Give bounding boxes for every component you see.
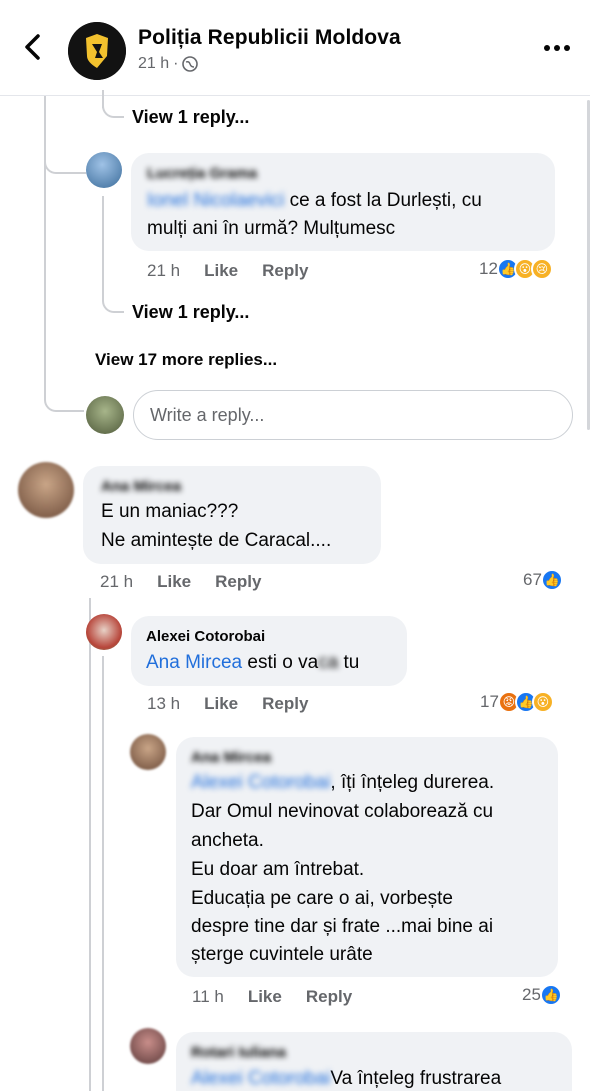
thread-line xyxy=(89,598,91,1091)
comment-text-part: Va înțeleg frustrarea xyxy=(330,1068,502,1089)
comment-bubble: Ana Mircea Alexei Cotorobai, îți înțeleg… xyxy=(176,737,558,977)
page-title[interactable]: Poliția Republicii Moldova xyxy=(138,26,401,50)
like-button[interactable]: Like xyxy=(248,987,282,1007)
post-meta: 21 h · xyxy=(138,55,199,73)
police-crest-icon xyxy=(68,22,126,80)
comment-actions: 21 h Like Reply xyxy=(147,261,332,281)
like-button[interactable]: Like xyxy=(157,572,191,592)
reply-button[interactable]: Reply xyxy=(215,572,261,592)
comment-author[interactable]: Ana Mircea xyxy=(191,749,271,766)
thread-line xyxy=(102,656,104,1091)
comment-text: E un maniac??? xyxy=(101,501,239,522)
comment-text-part: , îți înțeleg durerea. xyxy=(330,772,495,793)
view-replies-link[interactable]: View 1 reply... xyxy=(132,107,249,128)
meta-separator: · xyxy=(173,55,179,72)
mention-link[interactable]: Ana Mircea xyxy=(146,652,242,673)
avatar[interactable] xyxy=(18,462,74,518)
view-replies-link[interactable]: View 1 reply... xyxy=(132,302,249,323)
wow-reaction-icon: 😮 xyxy=(531,691,554,713)
reaction-count: 67 xyxy=(523,570,542,589)
comment-time[interactable]: 21 h xyxy=(147,261,180,281)
comment-time[interactable]: 13 h xyxy=(147,694,180,714)
comment-text: Educația pe care o ai, vorbește xyxy=(191,888,453,909)
reaction-count: 25 xyxy=(522,985,541,1004)
reaction-count: 12 xyxy=(479,259,498,278)
back-arrow-icon[interactable] xyxy=(18,30,48,64)
reaction-summary[interactable]: 12 👍 😮 😢 xyxy=(479,258,553,280)
comment-text: Ionel Nicolaevici ce a fost la Durlești,… xyxy=(147,187,482,215)
avatar[interactable] xyxy=(130,1028,166,1064)
mention-link[interactable]: Ionel Nicolaevici xyxy=(147,190,284,211)
page-header: Poliția Republicii Moldova 21 h · xyxy=(0,0,590,96)
reply-button[interactable]: Reply xyxy=(262,261,308,281)
sad-reaction-icon: 😢 xyxy=(530,258,553,280)
like-button[interactable]: Like xyxy=(204,694,238,714)
thread-connector xyxy=(44,380,84,412)
page-avatar[interactable] xyxy=(68,22,126,80)
comment-bubble: Alexei Cotorobai Ana Mircea esti o vaca … xyxy=(131,616,407,686)
thread-connector xyxy=(102,90,124,118)
comment-text: Eu doar am întrebat. xyxy=(191,859,365,880)
reaction-summary[interactable]: 25 👍 xyxy=(522,984,562,1006)
like-button[interactable]: Like xyxy=(204,261,238,281)
comment-bubble: Ana Mircea E un maniac??? Ne amintește d… xyxy=(83,466,381,564)
comment-author[interactable]: Lucreția Grama xyxy=(147,165,257,182)
thread-connector xyxy=(102,285,124,313)
reply-button[interactable]: Reply xyxy=(306,987,352,1007)
thread-connector xyxy=(44,146,86,174)
like-reaction-icon: 👍 xyxy=(539,984,562,1006)
comment-text: șterge cuvintele urâte xyxy=(191,944,373,965)
comment-text-part: ce a fost la Durlești, cu xyxy=(284,190,482,211)
comment-text: Dar Omul nevinovat colaborează cu xyxy=(191,801,494,822)
comment-text: Alexei CotorobaiVa înțeleg frustrarea xyxy=(191,1065,501,1091)
comment-text: ancheta. xyxy=(191,830,264,851)
globe-icon xyxy=(182,56,199,72)
reaction-summary[interactable]: 17 😡 👍 😮 xyxy=(480,691,554,713)
comment-text: despre tine dar și frate ...mai bine ai xyxy=(191,916,494,937)
current-user-avatar xyxy=(86,396,124,434)
comment-text: mulți ani în urmă? Mulțumesc xyxy=(147,218,396,239)
post-time: 21 h xyxy=(138,55,170,72)
censored-text: ca xyxy=(318,652,339,673)
reaction-count: 17 xyxy=(480,692,499,711)
comment-author[interactable]: Ana Mircea xyxy=(101,478,181,495)
comment-text: Ana Mircea esti o vaca tu xyxy=(146,649,359,677)
reply-button[interactable]: Reply xyxy=(262,694,308,714)
mention-link[interactable]: Alexei Cotorobai xyxy=(191,772,330,793)
comment-text-part: esti o va xyxy=(242,652,319,673)
comment-actions: 13 h Like Reply xyxy=(147,694,332,714)
comment-actions: 11 h Like Reply xyxy=(192,987,376,1007)
thread-line xyxy=(102,196,104,296)
comment-author[interactable]: Rotari Iuliana xyxy=(191,1044,286,1061)
like-reaction-icon: 👍 xyxy=(540,569,563,591)
comment-text-part: tu xyxy=(338,652,360,673)
avatar[interactable] xyxy=(130,734,166,770)
comment-time[interactable]: 11 h xyxy=(192,987,224,1007)
reaction-summary[interactable]: 67 👍 xyxy=(523,569,563,591)
comment-author[interactable]: Alexei Cotorobai xyxy=(146,628,265,645)
avatar[interactable] xyxy=(86,614,122,650)
mention-link[interactable]: Alexei Cotorobai xyxy=(191,1068,330,1089)
view-more-replies-link[interactable]: View 17 more replies... xyxy=(95,350,277,370)
reply-input[interactable]: Write a reply... xyxy=(133,390,573,440)
avatar[interactable] xyxy=(86,152,122,188)
more-options-icon[interactable] xyxy=(540,38,574,58)
comment-text: Alexei Cotorobai, îți înțeleg durerea. xyxy=(191,769,494,797)
thread-line xyxy=(44,96,46,396)
comment-bubble: Rotari Iuliana Alexei CotorobaiVa înțele… xyxy=(176,1032,572,1091)
comment-actions: 21 h Like Reply xyxy=(100,572,285,592)
comment-bubble: Lucreția Grama Ionel Nicolaevici ce a fo… xyxy=(131,153,555,251)
thread-connector xyxy=(89,612,91,614)
comment-time[interactable]: 21 h xyxy=(100,572,133,592)
comment-text: Ne amintește de Caracal.... xyxy=(101,530,332,551)
